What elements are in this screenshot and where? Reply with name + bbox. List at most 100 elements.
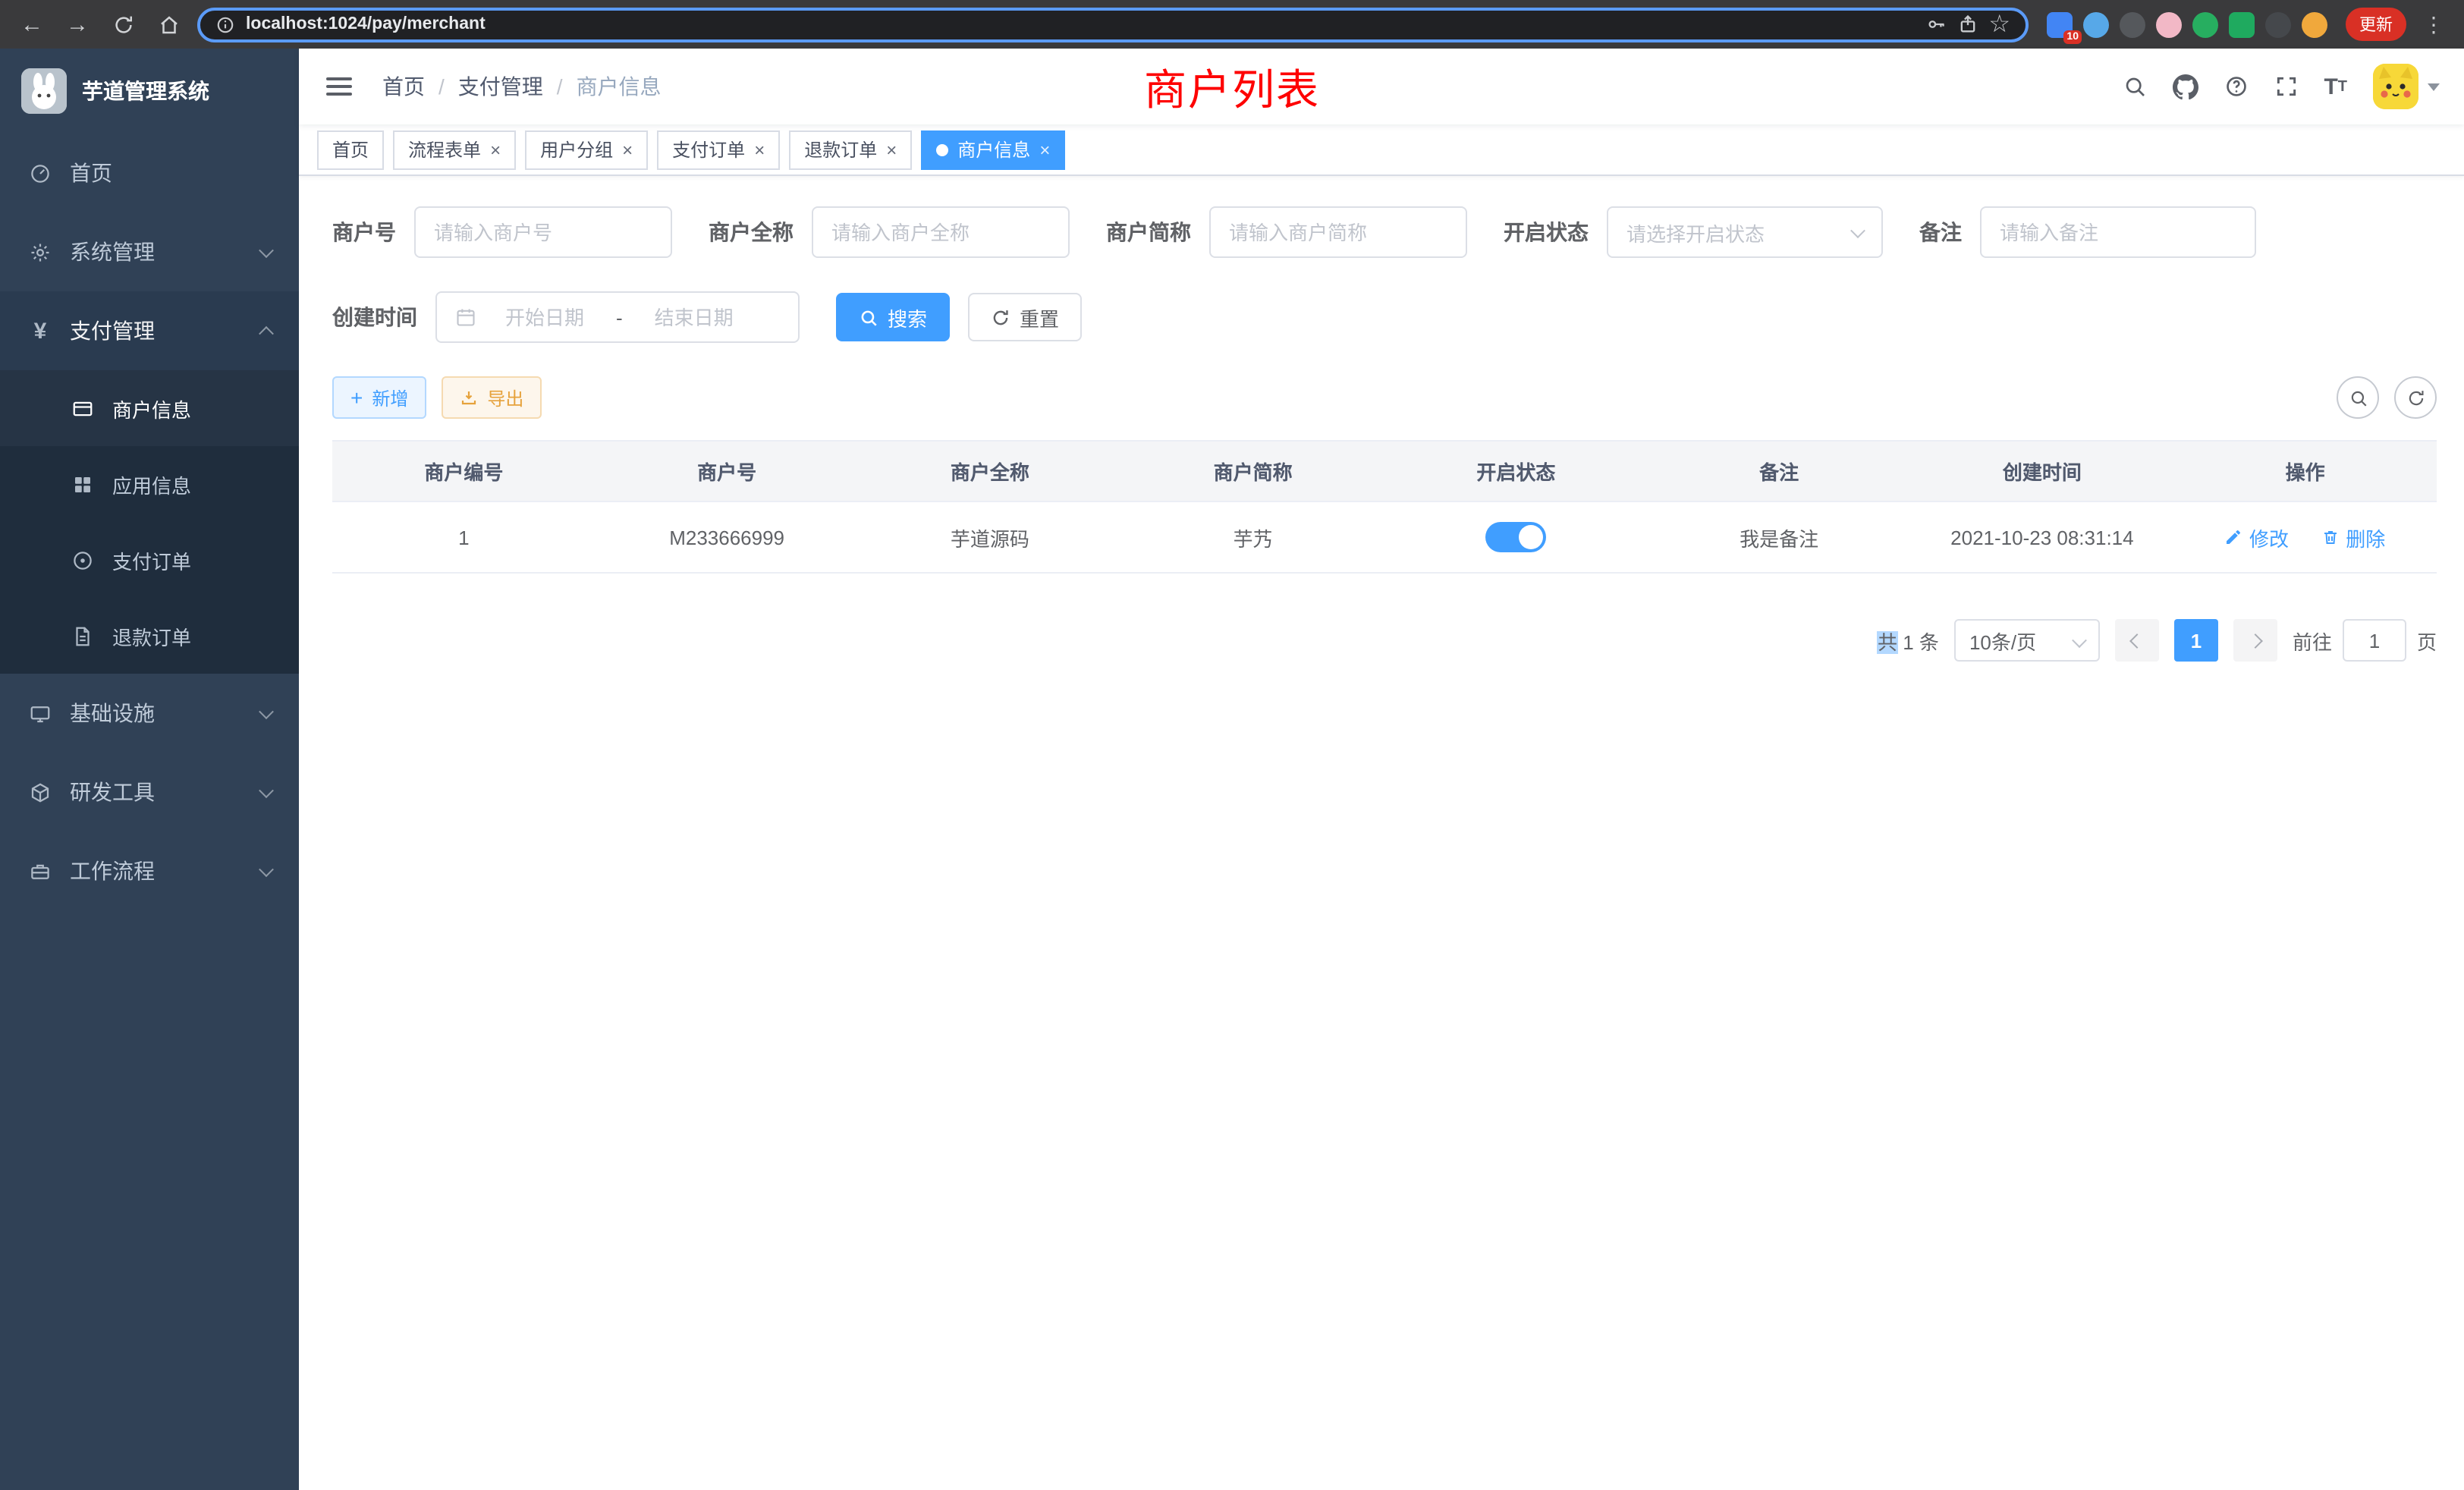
browser-refresh-button[interactable] xyxy=(106,8,140,41)
extension-icon-3[interactable] xyxy=(2120,11,2145,37)
tab-home[interactable]: 首页 xyxy=(317,130,384,169)
tab-label: 退款订单 xyxy=(804,137,877,162)
pagination-total-rest: 1 条 xyxy=(1897,630,1939,653)
sidebar-item-devtools[interactable]: 研发工具 xyxy=(0,753,299,831)
browser-forward-button[interactable]: → xyxy=(61,8,94,41)
breadcrumb: 首页 / 支付管理 / 商户信息 xyxy=(382,71,662,102)
goto-suffix: 页 xyxy=(2417,626,2437,655)
extension-icon-4[interactable] xyxy=(2156,11,2182,37)
sidebar-item-label: 商户信息 xyxy=(112,394,191,423)
reset-button[interactable]: 重置 xyxy=(968,293,1082,341)
sidebar-item-label: 支付管理 xyxy=(70,316,155,346)
status-select[interactable]: 请选择开启状态 xyxy=(1607,206,1883,258)
close-icon[interactable]: × xyxy=(1039,140,1050,159)
search-icon[interactable] xyxy=(2122,74,2146,99)
chevron-down-icon xyxy=(2074,629,2085,652)
filter-create-time: 创建时间 - xyxy=(332,291,800,343)
remark-field[interactable] xyxy=(2000,221,2236,244)
merchant-no-input[interactable] xyxy=(414,206,672,258)
filter-row-2: 创建时间 - 搜索 xyxy=(332,291,2437,343)
add-button-label: 新增 xyxy=(372,385,408,410)
sidebar-subitem-pay-order[interactable]: 支付订单 xyxy=(0,522,299,598)
dashboard-icon xyxy=(27,162,53,184)
sidebar-item-system[interactable]: 系统管理 xyxy=(0,212,299,291)
extension-icon-2[interactable] xyxy=(2083,11,2109,37)
sidebar-subitem-merchant-info[interactable]: 商户信息 xyxy=(0,370,299,446)
password-key-icon[interactable] xyxy=(1925,14,1946,35)
browser-back-button[interactable]: ← xyxy=(15,8,49,41)
add-button[interactable]: + 新增 xyxy=(332,376,426,419)
edit-link[interactable]: 修改 xyxy=(2225,523,2289,552)
cell-actions: 修改 删除 xyxy=(2173,501,2437,573)
search-button[interactable]: 搜索 xyxy=(836,293,950,341)
close-icon[interactable]: × xyxy=(622,140,633,159)
merchant-name-input[interactable] xyxy=(812,206,1070,258)
chevron-down-icon xyxy=(1853,218,1863,246)
page-1-button[interactable]: 1 xyxy=(2174,619,2218,662)
cell-merchant-short: 芋艿 xyxy=(1121,501,1384,573)
tab-process-form[interactable]: 流程表单 × xyxy=(393,130,516,169)
fullscreen-icon[interactable] xyxy=(2274,74,2298,99)
sidebar-item-payment[interactable]: ¥ 支付管理 xyxy=(0,291,299,370)
table-row: 1 M233666999 芋道源码 芋艿 我是备注 2021-10-23 08:… xyxy=(332,501,2437,573)
merchant-short-field[interactable] xyxy=(1229,221,1447,244)
share-icon[interactable] xyxy=(1956,14,1978,35)
gear-icon xyxy=(27,240,53,263)
sidebar-subitem-app-info[interactable]: 应用信息 xyxy=(0,446,299,522)
filter-row-1: 商户号 商户全称 商户简称 xyxy=(332,206,2437,258)
sidebar-item-workflow[interactable]: 工作流程 xyxy=(0,831,299,910)
bookmark-star-icon[interactable]: ☆ xyxy=(1988,9,2010,39)
sidebar-item-home[interactable]: 首页 xyxy=(0,134,299,212)
reset-button-label: 重置 xyxy=(1020,303,1059,332)
user-menu[interactable] xyxy=(2373,64,2440,109)
font-size-icon[interactable]: TT xyxy=(2324,74,2347,99)
toggle-search-button[interactable] xyxy=(2337,376,2379,419)
col-merchant-name: 商户全称 xyxy=(859,441,1122,501)
extension-icon-5[interactable] xyxy=(2192,11,2218,37)
hamburger-icon[interactable] xyxy=(323,71,355,102)
browser-menu-icon[interactable]: ⋮ xyxy=(2418,11,2449,37)
github-icon[interactable] xyxy=(2172,74,2198,99)
sidebar-menu: 首页 系统管理 ¥ 支付管理 xyxy=(0,134,299,1490)
sidebar-subitem-refund-order[interactable]: 退款订单 xyxy=(0,598,299,674)
address-bar[interactable]: localhost:1024/pay/merchant ☆ xyxy=(197,7,2029,42)
export-button[interactable]: 导出 xyxy=(442,376,542,419)
merchant-name-field[interactable] xyxy=(831,221,1050,244)
delete-link[interactable]: 删除 xyxy=(2321,523,2385,552)
tab-pay-order[interactable]: 支付订单 × xyxy=(657,130,780,169)
close-icon[interactable]: × xyxy=(886,140,897,159)
close-icon[interactable]: × xyxy=(490,140,501,159)
tab-refund-order[interactable]: 退款订单 × xyxy=(789,130,912,169)
tab-user-group[interactable]: 用户分组 × xyxy=(525,130,648,169)
extension-icon-7[interactable] xyxy=(2265,11,2291,37)
next-page-button[interactable] xyxy=(2233,619,2277,662)
browser-home-button[interactable] xyxy=(152,8,185,41)
remark-input[interactable] xyxy=(1980,206,2256,258)
end-date-field[interactable] xyxy=(635,306,753,328)
merchant-no-field[interactable] xyxy=(434,221,652,244)
close-icon[interactable]: × xyxy=(754,140,765,159)
extension-icon-6[interactable] xyxy=(2229,11,2255,37)
status-toggle[interactable] xyxy=(1485,522,1546,552)
extension-icon-1[interactable]: 10 xyxy=(2047,11,2073,37)
date-range-picker[interactable]: - xyxy=(435,291,800,343)
help-icon[interactable] xyxy=(2224,74,2248,99)
page-content: 商户号 商户全称 商户简称 xyxy=(299,176,2464,1490)
app-logo[interactable]: 芋道管理系统 xyxy=(0,49,299,134)
merchant-short-input[interactable] xyxy=(1209,206,1467,258)
browser-update-button[interactable]: 更新 xyxy=(2346,8,2406,41)
filter-label: 商户简称 xyxy=(1106,217,1191,247)
refresh-table-button[interactable] xyxy=(2394,376,2437,419)
prev-page-button[interactable] xyxy=(2115,619,2159,662)
site-info-icon[interactable] xyxy=(215,14,235,34)
extension-icon-8[interactable] xyxy=(2302,11,2327,37)
breadcrumb-payment[interactable]: 支付管理 xyxy=(458,71,543,102)
start-date-field[interactable] xyxy=(486,306,604,328)
tab-merchant-info[interactable]: 商户信息 × xyxy=(921,130,1065,169)
breadcrumb-home[interactable]: 首页 xyxy=(382,71,425,102)
chevron-down-icon xyxy=(261,787,272,797)
page-size-select[interactable]: 10条/页 xyxy=(1954,619,2100,662)
goto-page-input[interactable] xyxy=(2343,619,2406,662)
sidebar-item-infra[interactable]: 基础设施 xyxy=(0,674,299,753)
breadcrumb-separator: / xyxy=(557,74,563,99)
